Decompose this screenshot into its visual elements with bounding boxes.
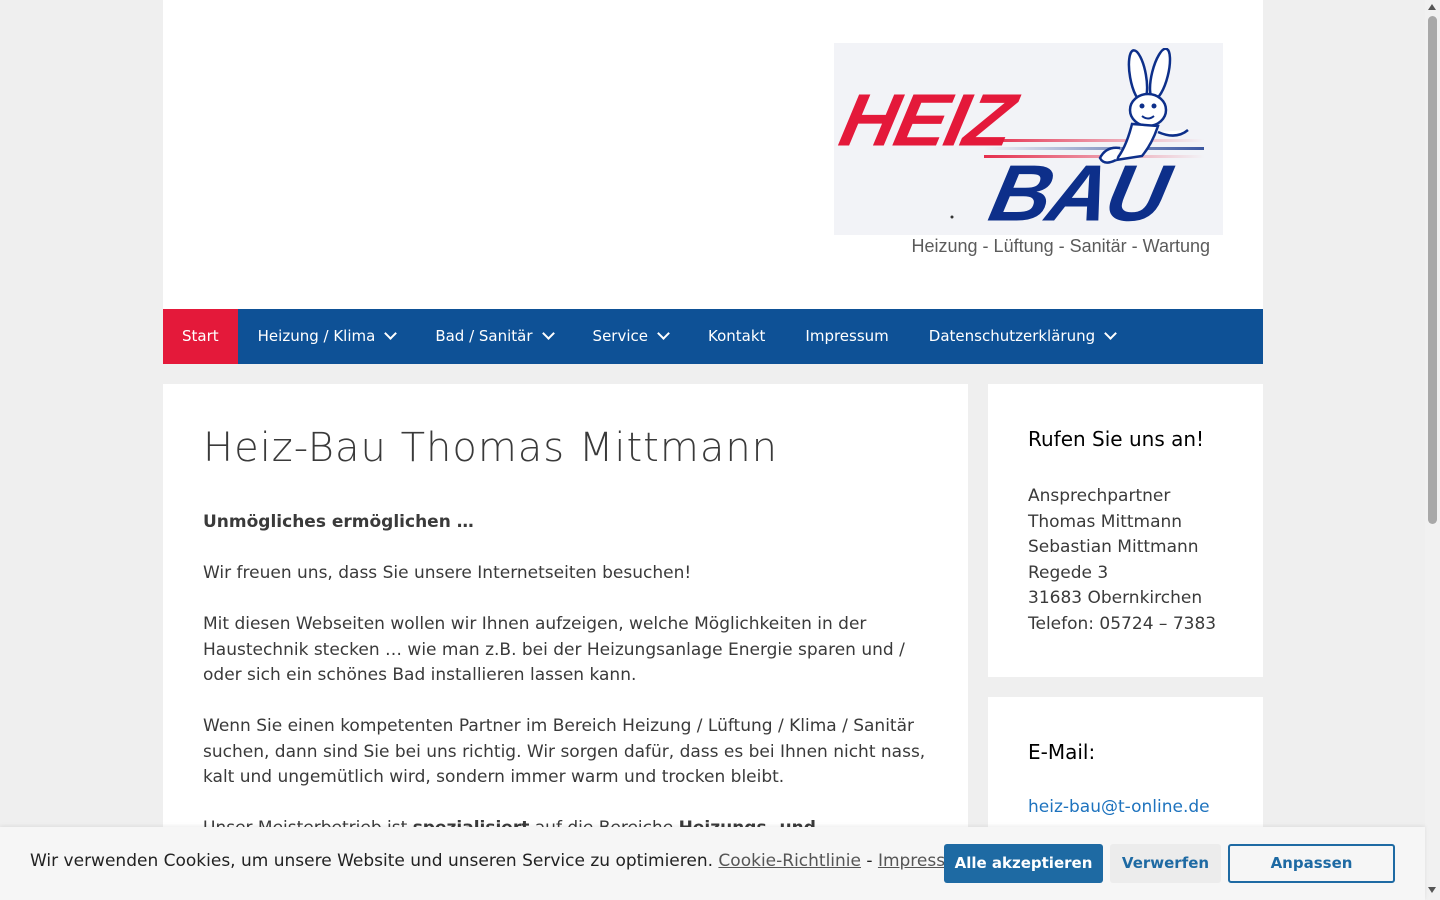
cookie-banner: Wir verwenden Cookies, um unsere Website… — [0, 827, 1425, 900]
nav-item-label: Heizung / Klima — [257, 327, 376, 345]
reject-button[interactable]: Verwerfen — [1110, 844, 1221, 883]
nav-item-label: Bad / Sanitär — [435, 327, 533, 345]
content-inner: Heiz-Bau Thomas Mittmann Unmögliches erm… — [203, 384, 933, 842]
address-line: 31683 Obernkirchen — [1028, 588, 1203, 608]
address-line: Ansprechpartner — [1028, 486, 1171, 506]
page-title: Heiz-Bau Thomas Mittmann — [203, 425, 779, 471]
cookie-message: Wir verwenden Cookies, um unsere Website… — [30, 851, 972, 871]
phone-line: Telefon: 05724 – 7383 — [1028, 613, 1217, 634]
page-scrollbar[interactable] — [1425, 0, 1440, 900]
body-paragraph-1: Mit diesen Webseiten wollen wir Ihnen au… — [203, 614, 905, 685]
contact-address: Ansprechpartner Thomas Mittmann Sebastia… — [1028, 484, 1216, 637]
intro-paragraph: Wir freuen uns, dass Sie unsere Internet… — [203, 563, 692, 583]
body-paragraph-2: Wenn Sie einen kompetenten Partner im Be… — [203, 716, 926, 787]
site-header: HEIZ BAU Heizung - Lüftung - Sanitär - W… — [163, 0, 1263, 309]
address-line: Regede 3 — [1028, 562, 1109, 583]
nav-item-heizung-klima[interactable]: Heizung / Klima — [238, 309, 416, 364]
logo-image: HEIZ BAU — [834, 43, 1223, 235]
email-link[interactable]: heiz-bau@t-online.de — [1028, 797, 1210, 817]
nav-item-bad-sanitaer[interactable]: Bad / Sanitär — [415, 309, 572, 364]
chevron-down-icon — [384, 327, 398, 340]
address-line: Thomas Mittmann — [1028, 511, 1183, 532]
cookie-policy-link[interactable]: Cookie-Richtlinie — [718, 851, 861, 871]
link-separator: - — [866, 851, 873, 871]
nav-item-impressum[interactable]: Impressum — [785, 309, 908, 364]
nav-item-label: Service — [592, 327, 648, 345]
nav-item-label: Datenschutzerklärung — [928, 327, 1096, 345]
nav-item-label: Impressum — [805, 327, 889, 345]
logo-heiz-text: HEIZ — [834, 78, 1021, 162]
chevron-down-icon — [541, 327, 555, 340]
page-wrapper: HEIZ BAU Heizung - Lüftung - Sanitär - W… — [163, 0, 1263, 900]
customize-button[interactable]: Anpassen — [1228, 844, 1395, 883]
cookie-text: Wir verwenden Cookies, um unsere Website… — [30, 851, 714, 871]
bunny-mascot-icon — [1098, 48, 1189, 164]
scroll-up-arrow-icon[interactable] — [1428, 4, 1436, 10]
chevron-down-icon — [657, 327, 670, 340]
logo-tagline: Heizung - Lüftung - Sanitär - Wartung — [911, 236, 1210, 256]
nav-item-service[interactable]: Service — [573, 309, 688, 364]
accept-all-button[interactable]: Alle akzeptieren — [944, 844, 1103, 883]
nav-item-kontakt[interactable]: Kontakt — [688, 309, 785, 364]
contact-widget: Rufen Sie uns an! Ansprechpartner Thomas… — [988, 384, 1263, 677]
widget-title: Rufen Sie uns an! — [1028, 427, 1205, 451]
scroll-down-arrow-icon[interactable] — [1428, 887, 1436, 893]
nav-item-label: Kontakt — [707, 327, 766, 345]
nav-item-start[interactable]: Start — [163, 309, 238, 364]
address-line: Sebastian Mittmann — [1028, 537, 1199, 557]
lead-paragraph: Unmögliches ermöglichen … — [203, 512, 474, 532]
chevron-down-icon — [1104, 327, 1117, 340]
widget-title: E-Mail: — [1028, 740, 1096, 764]
nav-item-label: Start — [182, 327, 219, 345]
main-content: Heiz-Bau Thomas Mittmann Unmögliches erm… — [163, 384, 968, 900]
scrollbar-thumb[interactable] — [1428, 16, 1437, 524]
site-logo[interactable]: HEIZ BAU Heizung - Lüftung - Sanitär - W… — [834, 43, 1223, 263]
nav-item-datenschutz[interactable]: Datenschutzerklärung — [909, 309, 1135, 364]
main-navigation: Start Heizung / Klima Bad / Sanitär Serv… — [163, 309, 1263, 364]
